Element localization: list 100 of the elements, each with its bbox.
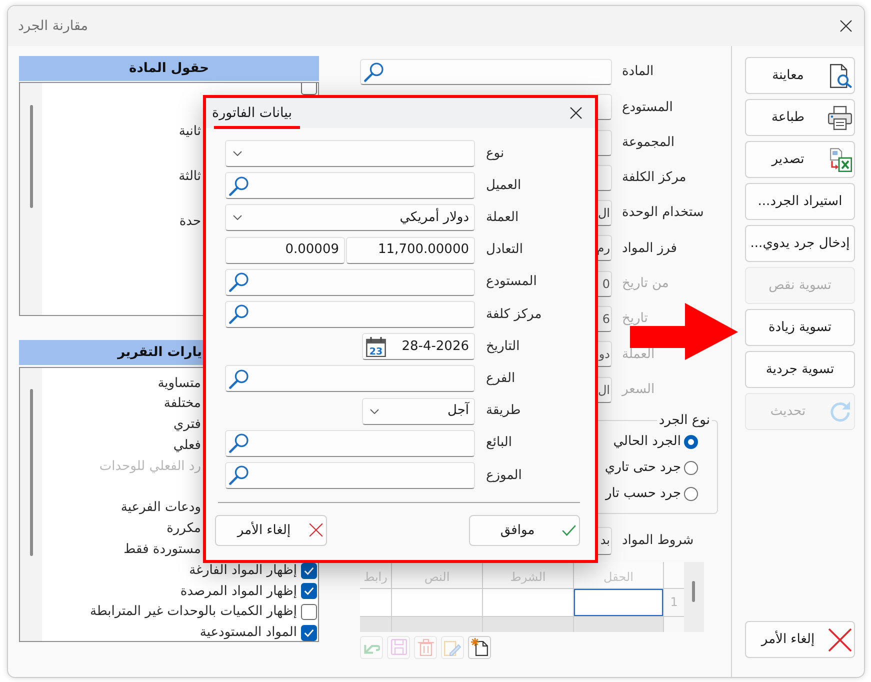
table-cell[interactable] [482, 588, 573, 617]
field-label: البائع [485, 435, 513, 451]
search-icon[interactable] [229, 272, 249, 292]
dropdown[interactable]: دولار أمريكي [225, 204, 475, 232]
field-label: التاريخ [485, 338, 521, 354]
row-number: 1 [663, 588, 684, 617]
action-button[interactable]: تسوية جردية [745, 351, 855, 388]
calendar-icon[interactable]: 23 [366, 336, 386, 357]
toolbar-button[interactable] [468, 636, 491, 659]
search-icon[interactable] [229, 368, 249, 389]
cross-icon [828, 628, 852, 652]
checkmark-icon [562, 524, 576, 536]
table-cell[interactable] [360, 616, 391, 632]
search-icon[interactable] [229, 304, 249, 324]
search-field[interactable] [360, 59, 612, 85]
export-button[interactable]: تصدير [745, 141, 855, 178]
field-label: شروط المواد [621, 532, 695, 548]
field-label: طريقة [485, 403, 522, 419]
checkmark-icon [304, 628, 314, 637]
list-item-text: فعلي [173, 438, 201, 454]
field-label: التعادل [485, 242, 524, 258]
search-field[interactable] [225, 268, 475, 296]
close-icon[interactable] [570, 107, 582, 119]
preview-button[interactable]: معاينة [745, 57, 855, 94]
checkbox[interactable] [301, 583, 317, 600]
list-item-text: ودعات الفرعية [120, 500, 201, 516]
checkbox-label: إظهار المواد الفارغة [189, 562, 297, 578]
refresh-icon [828, 400, 852, 424]
input-field[interactable] [597, 130, 612, 156]
search-icon[interactable] [364, 62, 384, 82]
field-label: الموزع [485, 468, 523, 484]
radio-button[interactable] [684, 434, 698, 449]
table-cell[interactable] [391, 616, 482, 632]
date-field[interactable]: 23 28-4-2026 [362, 333, 475, 360]
caret-icon[interactable] [233, 215, 242, 220]
radio-button[interactable] [684, 460, 698, 475]
table-cell[interactable] [391, 588, 482, 617]
group-title: نوع الجرد [656, 412, 712, 429]
field-label: العميل [485, 178, 522, 194]
number-field[interactable]: 0.00009 [225, 236, 345, 264]
checkbox[interactable] [301, 604, 317, 620]
checkbox[interactable] [301, 624, 317, 641]
list-item-text: رد الفعلي للوحدات [99, 459, 201, 475]
action-button[interactable]: تسوية زيادة [745, 309, 855, 346]
input-field[interactable] [597, 94, 612, 120]
field-label: العملة [621, 346, 656, 362]
search-icon[interactable] [229, 176, 249, 196]
search-icon[interactable] [229, 465, 249, 486]
scrollbar-thumb[interactable] [30, 389, 33, 556]
search-icon[interactable] [229, 433, 249, 454]
number-field[interactable]: 11,700.00000 [346, 236, 475, 264]
radio-label: جرد حتى تاري [604, 460, 681, 476]
checkmark-icon [304, 566, 314, 575]
list-item-text: فتري [174, 417, 201, 433]
caret-icon[interactable] [370, 408, 379, 414]
field-label: المستودع [485, 274, 538, 290]
dropdown[interactable]: آجل [362, 398, 475, 424]
cancel-button[interactable]: إلغاء الأمر [215, 514, 327, 546]
search-field[interactable] [225, 430, 475, 457]
cross-icon [309, 523, 323, 538]
window-title: مقارنة الجرد [18, 18, 88, 34]
field-label: نوع [485, 146, 506, 162]
table-cell[interactable] [573, 616, 663, 632]
field-label: المستودع [621, 100, 674, 116]
dropdown[interactable] [225, 140, 475, 167]
checkbox-label: إظهار الكميات بالوحدات غير المترابطة [90, 604, 297, 620]
cancel-button[interactable]: إلغاء الأمر [745, 621, 855, 658]
document-magnifier-icon [828, 64, 852, 88]
ok-button[interactable]: موافق [469, 514, 580, 546]
radio-label: الجرد الحالي [613, 434, 681, 450]
radio-button[interactable] [684, 486, 698, 501]
search-field[interactable] [225, 172, 475, 200]
action-button[interactable]: إدخال جرد يدوي... [745, 225, 855, 262]
input-field[interactable] [597, 164, 612, 191]
search-field[interactable] [225, 300, 475, 328]
input-field[interactable]: بد [597, 526, 612, 555]
scrollbar-thumb[interactable] [692, 580, 695, 602]
print-button[interactable]: طباعة [745, 99, 855, 136]
new-page-icon [471, 638, 488, 656]
search-field[interactable] [225, 365, 475, 392]
checkbox-label: إظهار المواد المرصدة [180, 584, 297, 600]
input-field[interactable]: ال [597, 200, 612, 226]
table-cell[interactable] [482, 616, 573, 632]
table-cell[interactable] [573, 588, 663, 617]
action-button[interactable]: استيراد الجرد... [745, 183, 855, 220]
caret-icon[interactable] [233, 151, 242, 156]
checkbox[interactable] [301, 562, 317, 579]
close-icon[interactable] [840, 20, 852, 32]
checkbox-label: المواد المستودعية [200, 625, 297, 641]
field-label: السعر [620, 382, 656, 398]
field-label: تاريخ [621, 311, 649, 327]
field-label: المجموعة [621, 134, 676, 150]
search-field[interactable] [225, 462, 475, 489]
field-label: المادة [621, 64, 655, 80]
field-label: فرز المواد [621, 240, 678, 256]
dialog-title: بيانات الفاتورة [212, 104, 292, 122]
checkbox[interactable] [301, 83, 317, 94]
table-cell[interactable] [360, 588, 391, 617]
list-item-text: حدة [179, 214, 201, 230]
scrollbar-thumb[interactable] [30, 105, 33, 208]
